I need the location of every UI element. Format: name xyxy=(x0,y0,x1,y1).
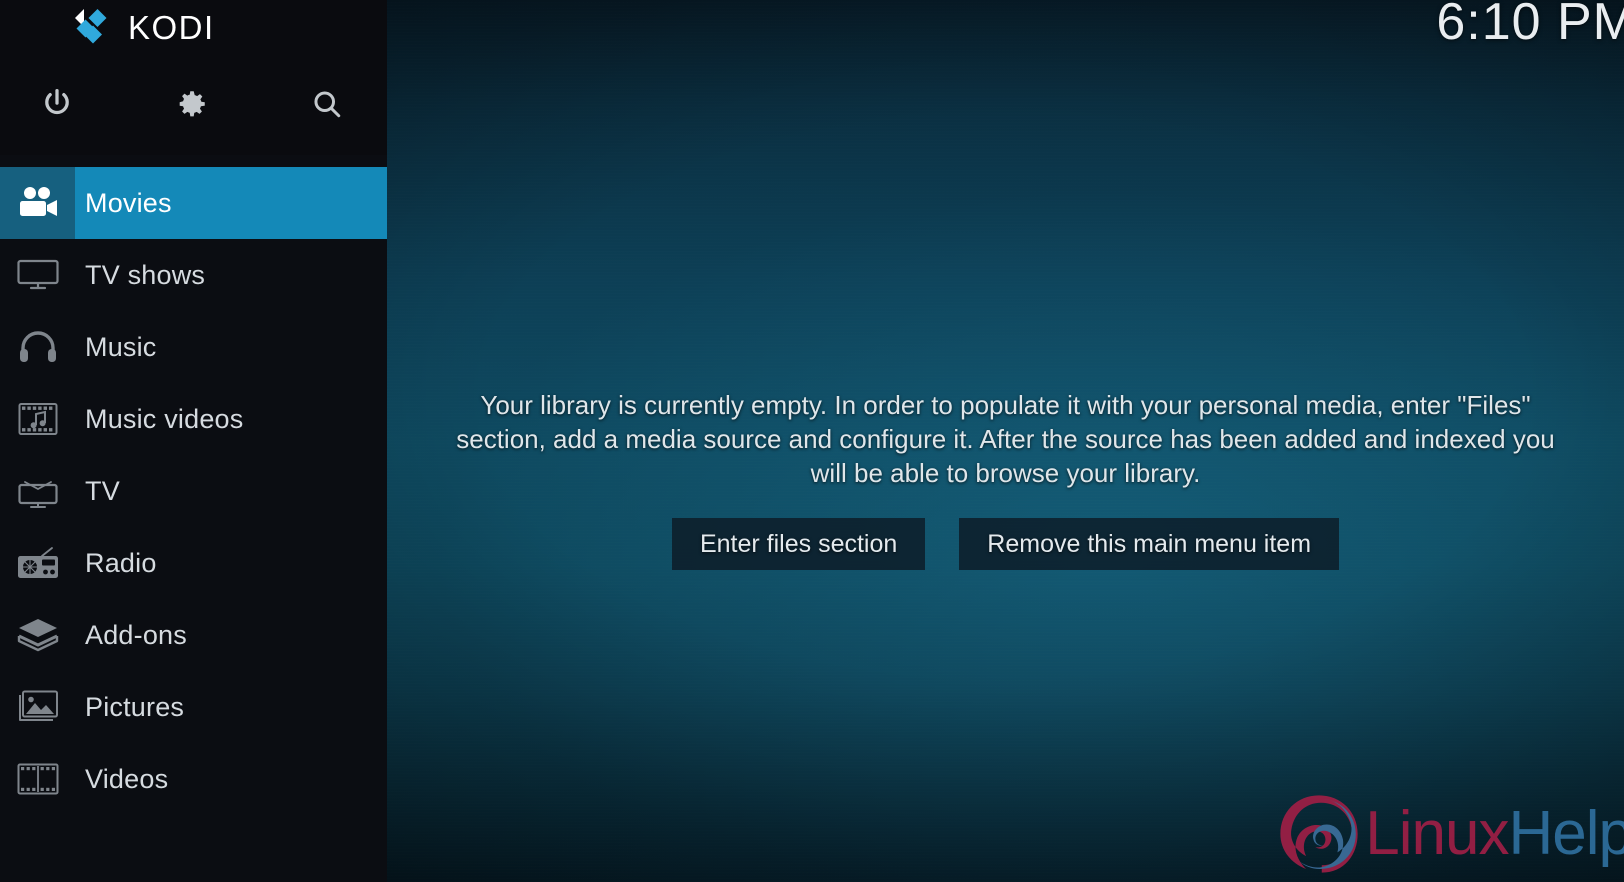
addons-box-icon-cell xyxy=(0,599,75,671)
sidebar-item-music-videos[interactable]: Music videos xyxy=(0,383,387,455)
radio-icon-cell xyxy=(0,527,75,599)
linuxhelp-swirl-icon xyxy=(1280,795,1358,873)
remove-main-menu-item-button[interactable]: Remove this main menu item xyxy=(959,518,1340,570)
power-icon xyxy=(45,89,69,114)
radio-icon xyxy=(17,547,58,578)
sidebar-item-add-ons[interactable]: Add-ons xyxy=(0,599,387,671)
search-icon xyxy=(314,91,341,118)
sidebar-item-label: Music videos xyxy=(85,403,244,434)
linuxhelp-watermark: LinuxHelp xyxy=(1273,788,1624,880)
sidebar-header: KODI xyxy=(0,0,387,155)
gear-icon xyxy=(179,91,205,117)
empty-library-actions: Enter files section Remove this main men… xyxy=(426,518,1586,570)
kodi-app-window: 6:10 PM Your library is currently empty.… xyxy=(0,0,1624,882)
sidebar-item-pictures[interactable]: Pictures xyxy=(0,671,387,743)
sidebar-item-tv[interactable]: TV xyxy=(0,455,387,527)
sidebar-item-label: Videos xyxy=(85,763,169,794)
sidebar-item-label: TV shows xyxy=(85,259,206,290)
settings-button[interactable] xyxy=(164,76,220,132)
empty-library-panel: Your library is currently empty. In orde… xyxy=(426,388,1586,570)
movie-camera-icon xyxy=(19,187,57,216)
film-strip-icon xyxy=(17,763,58,795)
television-icon-cell xyxy=(0,455,75,527)
pictures-icon xyxy=(18,690,58,721)
sidebar-menu: Movies TV shows Music Music videos TV Ra… xyxy=(0,167,387,815)
pictures-icon-cell xyxy=(0,671,75,743)
sidebar-item-label: Movies xyxy=(85,187,172,218)
headphones-icon xyxy=(19,331,56,362)
brand-name: KODI xyxy=(128,8,215,46)
television-icon xyxy=(17,481,58,508)
monitor-icon xyxy=(16,259,59,290)
watermark-text: LinuxHelp xyxy=(1365,803,1624,865)
brand: KODI xyxy=(66,2,215,52)
watermark-text-linux: Linux xyxy=(1365,799,1509,868)
sidebar-item-videos[interactable]: Videos xyxy=(0,743,387,815)
sidebar-item-label: TV xyxy=(85,475,120,506)
sidebar-item-tv-shows[interactable]: TV shows xyxy=(0,239,387,311)
watermark-text-help: Help xyxy=(1508,799,1624,868)
sidebar: KODI Movies TV shows Music Music videos … xyxy=(0,0,387,882)
music-film-icon xyxy=(18,403,57,435)
sidebar-item-label: Add-ons xyxy=(85,619,187,650)
sidebar-item-movies[interactable]: Movies xyxy=(0,167,387,239)
movie-camera-icon-cell xyxy=(0,167,75,239)
sidebar-item-label: Pictures xyxy=(85,691,185,722)
empty-library-message: Your library is currently empty. In orde… xyxy=(456,390,1555,488)
monitor-icon-cell xyxy=(0,239,75,311)
headphones-icon-cell xyxy=(0,311,75,383)
addons-box-icon xyxy=(17,619,58,652)
sidebar-item-label: Radio xyxy=(85,547,157,578)
main-content-area: 6:10 PM Your library is currently empty.… xyxy=(387,0,1624,882)
sidebar-item-radio[interactable]: Radio xyxy=(0,527,387,599)
film-strip-icon-cell xyxy=(0,743,75,815)
power-button[interactable] xyxy=(29,76,85,132)
search-button[interactable] xyxy=(299,76,355,132)
sidebar-toolbar xyxy=(0,76,387,132)
sidebar-item-music[interactable]: Music xyxy=(0,311,387,383)
kodi-logo-icon xyxy=(75,9,107,44)
music-film-icon-cell xyxy=(0,383,75,455)
enter-files-section-button[interactable]: Enter files section xyxy=(671,518,926,570)
clock: 6:10 PM xyxy=(1436,0,1624,51)
sidebar-item-label: Music xyxy=(85,331,157,362)
